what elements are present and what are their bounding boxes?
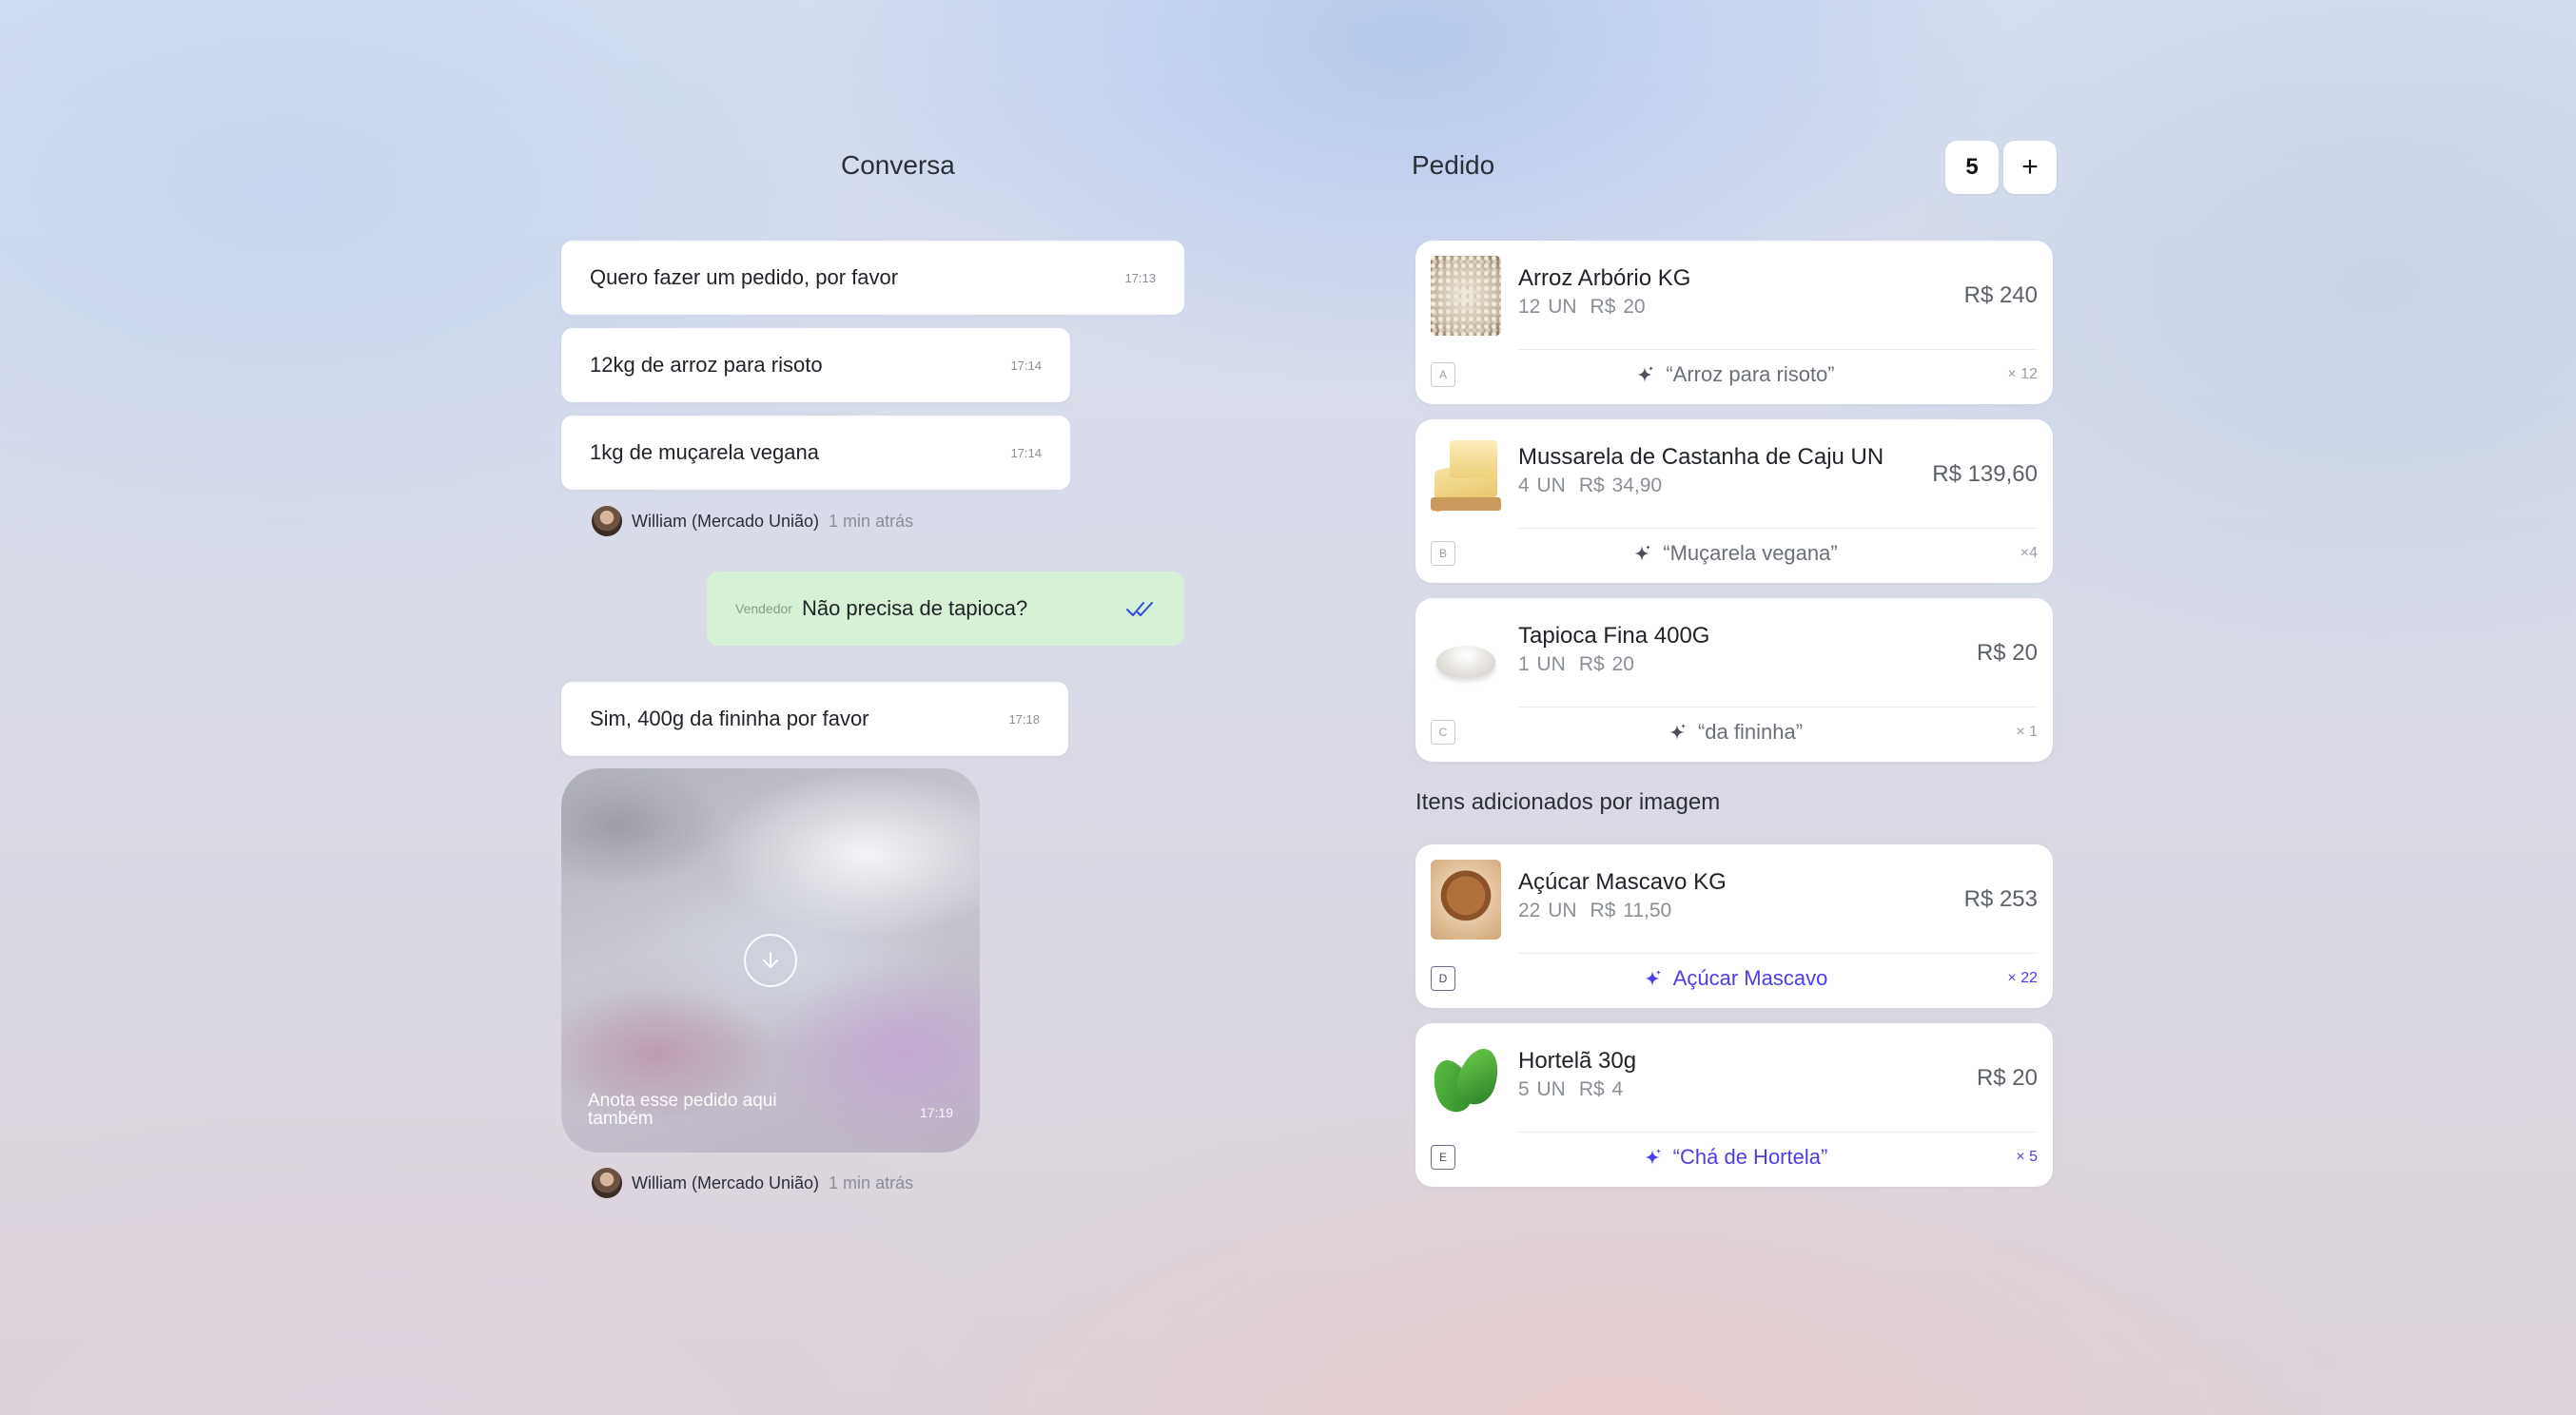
sender-info: William (Mercado União) 1 min atrás [592, 506, 913, 536]
message-text: Sim, 400g da fininha por favor [590, 707, 869, 730]
order-title: Pedido [1412, 150, 1495, 180]
order-count-badge[interactable]: 5 [1945, 141, 1999, 194]
divider [1518, 953, 2038, 954]
product-unit-price: R$ 11,50 [1590, 900, 1672, 921]
product-name: Açúcar Mascavo KG [1518, 869, 1727, 895]
sparkle-icon [1669, 724, 1686, 740]
order-item-card[interactable]: Mussarela de Castanha de Caju UN 4 UN R$ … [1415, 419, 2053, 583]
divider [1518, 349, 2038, 350]
sugar-thumbnail [1431, 860, 1501, 940]
product-meta: 1 UN R$ 20 [1518, 653, 1634, 676]
divider [1518, 707, 2038, 708]
match-multiplier: ×4 [2020, 545, 2038, 561]
chat-message[interactable]: 12kg de arroz para risoto 17:14 [561, 328, 1070, 402]
order-item-card[interactable]: Tapioca Fina 400G 1 UN R$ 20 R$ 20 C “da … [1415, 598, 2053, 762]
sender-time-ago: 1 min atrás [829, 1173, 914, 1192]
chat-message[interactable]: 1kg de muçarela vegana 17:14 [561, 416, 1070, 490]
order-item-card[interactable]: Açúcar Mascavo KG 22 UN R$ 11,50 R$ 253 D… [1415, 844, 2053, 1008]
cheese-thumbnail [1431, 435, 1501, 514]
product-name: Hortelã 30g [1518, 1048, 1637, 1074]
match-text: “Muçarela vegana” [1663, 541, 1838, 565]
sender-name: William (Mercado União) [632, 511, 820, 531]
product-name: Arroz Arbório KG [1518, 265, 1691, 291]
sparkle-icon [1644, 1149, 1661, 1165]
match-source: “Muçarela vegana” [1415, 539, 2053, 568]
match-text: “da fininha” [1697, 720, 1804, 744]
match-source: “Arroz para risoto” [1415, 360, 2053, 389]
match-multiplier: × 1 [2016, 724, 2038, 740]
message-text: 1kg de muçarela vegana [590, 440, 819, 464]
tapioca-thumbnail [1431, 613, 1501, 693]
match-multiplier: × 5 [2016, 1149, 2038, 1165]
divider [1518, 1132, 2038, 1133]
message-time: 17:14 [1010, 445, 1042, 460]
avatar[interactable] [592, 506, 622, 536]
image-message[interactable]: Anota esse pedido aqui também 17:19 [561, 768, 980, 1153]
product-qty: 5 UN [1518, 1078, 1566, 1100]
product-meta: 22 UN R$ 11,50 [1518, 900, 1671, 922]
match-text: Açúcar Mascavo [1672, 966, 1828, 990]
product-qty: 12 UN [1518, 296, 1577, 318]
add-item-button[interactable]: + [2003, 141, 2057, 194]
product-total: R$ 240 [1963, 282, 2038, 308]
order-item-card[interactable]: Hortelã 30g 5 UN R$ 4 R$ 20 E “Chá de Hor… [1415, 1023, 2053, 1187]
match-source: “da fininha” [1415, 718, 2053, 746]
product-total: R$ 20 [1976, 1065, 2038, 1091]
match-text: “Arroz para risoto” [1666, 362, 1835, 386]
chat-title: Conversa [841, 150, 955, 180]
sender-name: William (Mercado União) [632, 1173, 820, 1192]
seller-tag: Vendedor [735, 601, 792, 616]
double-check-icon [1126, 602, 1153, 616]
seller-message[interactable]: Vendedor Não precisa de tapioca? [707, 572, 1184, 646]
seller-message-text: Não precisa de tapioca? [801, 596, 1028, 620]
product-unit-price: R$ 34,90 [1578, 475, 1663, 496]
message-text: Quero fazer um pedido, por favor [590, 265, 899, 289]
product-total: R$ 20 [1976, 640, 2038, 666]
message-time: 17:14 [1010, 358, 1042, 373]
chat-message[interactable]: Quero fazer um pedido, por favor 17:13 [561, 241, 1184, 315]
image-caption: Anota esse pedido aqui também [588, 1091, 777, 1129]
product-meta: 4 UN R$ 34,90 [1518, 475, 1662, 497]
product-name: Mussarela de Castanha de Caju UN [1518, 444, 1884, 470]
match-multiplier: × 12 [2007, 366, 2038, 382]
message-time: 17:18 [1008, 711, 1040, 727]
message-time: 17:13 [1124, 270, 1156, 285]
match-text: “Chá de Hortela” [1672, 1145, 1828, 1169]
product-qty: 4 UN [1518, 475, 1566, 496]
product-meta: 12 UN R$ 20 [1518, 296, 1646, 319]
rice-thumbnail [1431, 256, 1501, 336]
product-total: R$ 253 [1963, 886, 2038, 912]
message-text: 12kg de arroz para risoto [590, 353, 823, 377]
product-name: Tapioca Fina 400G [1518, 623, 1710, 649]
divider [1518, 528, 2038, 529]
sender-info: William (Mercado União) 1 min atrás [592, 1168, 913, 1198]
match-multiplier: × 22 [2007, 970, 2038, 986]
mint-thumbnail [1431, 1038, 1501, 1118]
product-unit-price: R$ 20 [1590, 296, 1646, 318]
product-qty: 22 UN [1518, 900, 1577, 921]
message-time: 17:19 [919, 1105, 953, 1120]
product-qty: 1 UN [1518, 653, 1566, 675]
chat-message[interactable]: Sim, 400g da fininha por favor 17:18 [561, 682, 1068, 756]
sender-time-ago: 1 min atrás [829, 511, 914, 531]
sparkle-icon [1644, 970, 1661, 986]
download-button[interactable] [744, 934, 797, 987]
sparkle-icon [1637, 366, 1654, 382]
arrow-down-icon [763, 952, 778, 968]
image-items-heading: Itens adicionados por imagem [1415, 789, 1721, 815]
match-source: “Chá de Hortela” [1415, 1143, 2053, 1172]
product-meta: 5 UN R$ 4 [1518, 1078, 1623, 1101]
avatar[interactable] [592, 1168, 622, 1198]
match-source: Açúcar Mascavo [1415, 964, 2053, 993]
order-item-card[interactable]: Arroz Arbório KG 12 UN R$ 20 R$ 240 A “Ar… [1415, 241, 2053, 404]
product-total: R$ 139,60 [1932, 461, 2038, 487]
sparkle-icon [1634, 545, 1651, 561]
product-unit-price: R$ 4 [1578, 1078, 1624, 1100]
product-unit-price: R$ 20 [1578, 653, 1634, 675]
